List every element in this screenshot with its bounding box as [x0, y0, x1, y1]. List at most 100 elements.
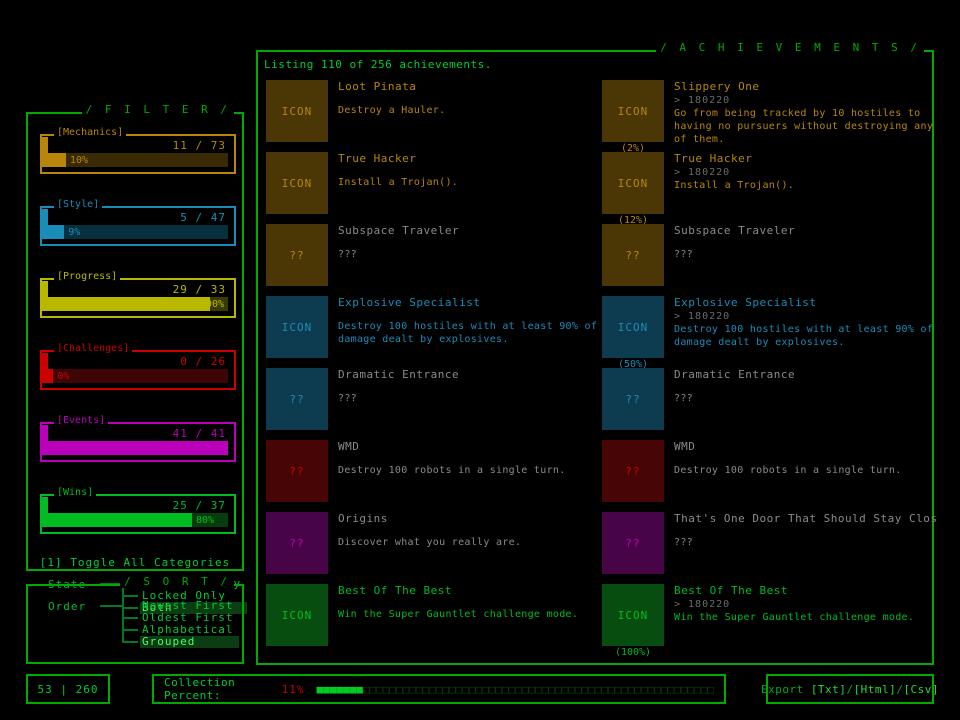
meter-cell: □ [694, 682, 701, 696]
achievement-body: Subspace Traveler??? [338, 224, 602, 261]
export-option[interactable]: [Csv] [903, 683, 939, 696]
achievement-row[interactable]: ?? Dramatic Entrance??? [602, 368, 938, 440]
achievement-date-spacer [674, 382, 938, 392]
filter-category[interactable]: [Events] 41 / 41 [40, 415, 236, 462]
achievement-row[interactable]: ?? WMD Destroy 100 robots in a single turn… [602, 440, 938, 512]
meter-cell: □ [601, 682, 608, 696]
filter-category[interactable]: [Style] 5 / 47 9% [40, 199, 236, 246]
achievement-row[interactable]: ICON Best Of The Best Win the Super Gauntl… [266, 584, 602, 656]
filter-panel-content: [Mechanics] 11 / 73 10% [Style] 5 / 47 9% [Pro… [26, 112, 248, 614]
filter-category-count: 25 / 37 [172, 499, 226, 512]
achievement-row[interactable]: ICON Loot Pinata Destroy a Hauler. [266, 80, 602, 152]
filter-category[interactable]: [Progress] 29 / 33 90% [40, 271, 236, 318]
achievement-description: ??? [338, 393, 357, 404]
achievement-title: Origins [338, 512, 388, 525]
filter-category-progress-track: 80% [48, 513, 228, 527]
meter-cell: □ [555, 682, 562, 696]
achievement-description: ??? [338, 249, 357, 260]
meter-cell: □ [654, 682, 661, 696]
filter-category-percent: 10% [70, 154, 89, 166]
achievement-body: Subspace Traveler??? [674, 224, 938, 261]
order-label: Order [48, 600, 87, 613]
filter-category[interactable]: [Challenges] 0 / 26 0% [40, 343, 236, 390]
meter-cell: □ [588, 682, 595, 696]
achievement-locked-icon: ?? [602, 512, 664, 574]
achievement-row[interactable]: ICON Slippery One > 180220 Go from being tr… [602, 80, 938, 154]
achievement-date: > 180220 [674, 599, 731, 610]
order-option[interactable]: Grouped [140, 636, 240, 648]
achievement-title: Dramatic Entrance [338, 368, 460, 381]
meter-cell: □ [621, 682, 628, 696]
export-option[interactable]: [Txt] [811, 683, 847, 696]
achievement-body: Best Of The Best > 180220 Win the Super Ga… [674, 584, 938, 624]
achievement-locked-icon: ?? [602, 224, 664, 286]
achievement-date-spacer [338, 454, 602, 464]
achievement-row[interactable]: ICON Explosive Specialist > 180220 Destroy … [602, 296, 938, 370]
achievement-title: True Hacker [674, 152, 753, 165]
filter-category-count: 5 / 47 [180, 211, 226, 224]
export-label: Export [Txt]/[Html]/[Csv] [761, 683, 939, 696]
achievement-body: Slippery One > 180220 Go from being tracke… [674, 80, 938, 146]
meter-cell: □ [674, 682, 681, 696]
collection-percent-box: Collection Percent: 11% ■■■■■■■□□□□□□□□□… [152, 674, 726, 704]
meter-cell: □ [429, 682, 436, 696]
achievement-date-spacer [338, 526, 602, 536]
achievement-row[interactable]: ?? Subspace Traveler??? [266, 224, 602, 296]
meter-cell: □ [608, 682, 615, 696]
meter-cell: □ [568, 682, 575, 696]
achievement-locked-icon: ?? [266, 224, 328, 286]
achievement-title: That's One Door That Should Stay Closed [674, 512, 938, 525]
filter-category-count: 0 / 26 [180, 355, 226, 368]
achievement-title: WMD [674, 440, 696, 453]
filter-category-percent: 90% [205, 298, 224, 310]
achievement-description: Discover what you really are. [338, 537, 522, 548]
achievement-row[interactable]: ?? Origins Discover what you really are. [266, 512, 602, 584]
filter-category-label: [Events] [54, 415, 109, 426]
achievement-row[interactable]: ?? Subspace Traveler??? [602, 224, 938, 296]
filter-category[interactable]: [Wins] 25 / 37 80% [40, 487, 236, 534]
meter-cell: ■ [343, 682, 350, 696]
toggle-all-categories-button[interactable]: [1] Toggle All Categories [26, 556, 244, 569]
achievement-row[interactable]: ?? That's One Door That Should Stay Close… [602, 512, 938, 584]
achievement-description: Destroy 100 robots in a single turn. [674, 465, 902, 476]
achievement-date: > 180220 [674, 311, 731, 322]
export-button[interactable]: Export [Txt]/[Html]/[Csv] [761, 674, 939, 704]
meter-cell: □ [707, 682, 714, 696]
filter-category-progress-fill [48, 441, 228, 455]
achievement-body: Loot Pinata Destroy a Hauler. [338, 80, 602, 117]
achievement-row[interactable]: ICON True Hacker Install a Trojan(). [266, 152, 602, 224]
filter-category-progress-track: 9% [48, 225, 228, 239]
filter-panel: / F I L T E R / [Mechanics] 11 / 73 10% [St… [26, 103, 248, 614]
achievement-icon: ICON [602, 152, 664, 214]
filter-category-label: [Mechanics] [54, 127, 127, 138]
achievements-panel: / A C H I E V E M E N T S / Listing 110 … [256, 41, 938, 665]
filter-category-progress-fill [48, 297, 210, 311]
collection-percent-label: Collection Percent: [164, 676, 236, 702]
achievement-row[interactable]: ICON True Hacker > 180220 Install a Trojan(… [602, 152, 938, 226]
achievement-locked-icon: ?? [602, 440, 664, 502]
export-option[interactable]: [Html] [854, 683, 897, 696]
achievement-row[interactable]: ?? WMD Destroy 100 robots in a single turn… [266, 440, 602, 512]
achievement-body: Dramatic Entrance??? [674, 368, 938, 405]
filter-category[interactable]: [Mechanics] 11 / 73 10% [40, 127, 236, 174]
achievement-date-spacer [338, 238, 602, 248]
meter-cell: □ [415, 682, 423, 696]
filter-category-label: [Style] [54, 199, 103, 210]
achievement-title: WMD [338, 440, 360, 453]
filter-category-progress-track: 90% [48, 297, 228, 311]
achievement-body: Dramatic Entrance??? [338, 368, 602, 405]
achievement-locked-icon: ?? [602, 368, 664, 430]
meter-cell: ■ [356, 682, 363, 696]
meter-cell: □ [396, 682, 403, 696]
filter-category-progress-fill [48, 225, 65, 239]
meter-cell: □ [515, 682, 522, 696]
achievement-row[interactable]: ?? Dramatic Entrance??? [266, 368, 602, 440]
achievement-row[interactable]: ICON Explosive Specialist Destroy 100 host… [266, 296, 602, 368]
meter-cell: ■ [323, 682, 330, 696]
achievement-title: Best Of The Best [338, 584, 452, 597]
achievement-row[interactable]: ICON Best Of The Best > 180220 Win the Supe… [602, 584, 938, 658]
achievement-description: Install a Trojan(). [674, 180, 795, 191]
achievement-locked-icon: ?? [266, 368, 328, 430]
meter-cell: □ [442, 682, 449, 696]
achievements-left-column: ICON Loot Pinata Destroy a Hauler. ICON True… [266, 80, 602, 656]
